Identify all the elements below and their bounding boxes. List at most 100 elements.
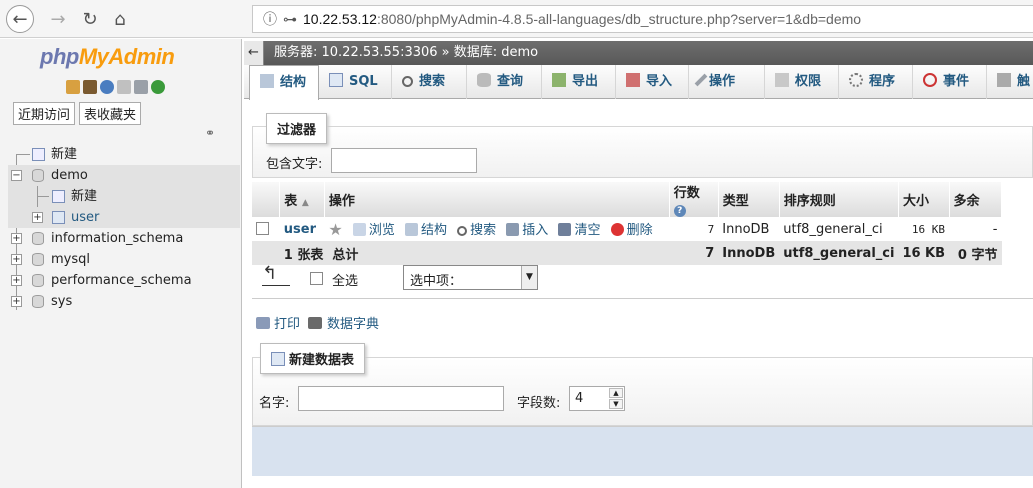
tab-export[interactable]: 导出 bbox=[542, 65, 616, 99]
tree-item-information-schema[interactable]: + information_schema bbox=[8, 228, 240, 249]
nav-icons bbox=[66, 80, 165, 94]
expand-icon[interactable]: + bbox=[11, 296, 22, 307]
expand-icon[interactable]: + bbox=[11, 275, 22, 286]
row-checkbox[interactable] bbox=[256, 221, 269, 235]
tab-structure[interactable]: 结构 bbox=[249, 65, 319, 100]
tree-item-demo[interactable]: − demo bbox=[8, 165, 240, 186]
collapse-nav-button[interactable]: ← bbox=[244, 41, 264, 65]
header-type[interactable]: 类型 bbox=[718, 182, 780, 217]
docs-icon[interactable] bbox=[117, 80, 131, 94]
select-all-label[interactable]: 全选 bbox=[332, 270, 358, 289]
expand-icon[interactable]: + bbox=[11, 233, 22, 244]
select-all-checkbox[interactable] bbox=[310, 272, 323, 285]
tree-item-user[interactable]: + user bbox=[8, 207, 240, 228]
tab-label: 结构 bbox=[280, 75, 307, 90]
phpmyadmin-logo[interactable]: phpMyAdmin bbox=[40, 44, 175, 70]
tab-query[interactable]: 查询 bbox=[467, 65, 542, 99]
insert-link[interactable]: 插入 bbox=[522, 223, 548, 238]
row-type: InnoDB bbox=[718, 217, 780, 241]
favorites-tab[interactable]: 表收藏夹 bbox=[79, 102, 142, 125]
header-collation[interactable]: 排序规则 bbox=[779, 182, 899, 217]
total-overhead: 0 字节 bbox=[949, 241, 1002, 265]
tab-operations[interactable]: 操作 bbox=[689, 65, 765, 99]
breadcrumb: ← 服务器: 10.22.53.55:3306 » 数据库: demo bbox=[244, 41, 1033, 65]
routines-icon bbox=[849, 73, 863, 87]
browse-icon bbox=[352, 223, 366, 236]
tab-sql[interactable]: SQL bbox=[319, 65, 392, 99]
home-icon[interactable] bbox=[66, 80, 80, 94]
tab-label: SQL bbox=[349, 74, 378, 89]
tree-item-mysql[interactable]: + mysql bbox=[8, 249, 240, 270]
empty-link[interactable]: 清空 bbox=[574, 223, 600, 238]
tree-item-new[interactable]: 新建 bbox=[8, 144, 240, 165]
header-overhead[interactable]: 多余 bbox=[949, 182, 1003, 217]
collapse-icon[interactable]: − bbox=[11, 170, 22, 181]
total-rows: 7 bbox=[669, 241, 719, 265]
home-icon: ⌂ bbox=[114, 8, 126, 30]
database-icon bbox=[32, 253, 44, 266]
filter-input[interactable] bbox=[331, 148, 477, 173]
search-link[interactable]: 搜索 bbox=[470, 223, 496, 238]
tab-search[interactable]: 搜索 bbox=[392, 65, 467, 99]
tree-item-sys[interactable]: + sys bbox=[8, 291, 240, 312]
home-button[interactable]: ⌂ bbox=[106, 5, 134, 33]
tables-list: 表 ▲ 操作 行数 ? 类型 排序规则 大小 多余 user ★ 浏览 结构 搜… bbox=[252, 182, 1003, 265]
structure-link[interactable]: 结构 bbox=[421, 223, 447, 238]
data-dictionary-link[interactable]: 数据字典 bbox=[327, 313, 379, 332]
info-icon[interactable]: ⓘ bbox=[263, 9, 277, 29]
increment-icon[interactable]: ▲ bbox=[609, 388, 623, 398]
arrow-underline bbox=[262, 285, 290, 286]
search-icon bbox=[402, 76, 413, 87]
header-rows[interactable]: 行数 ? bbox=[669, 182, 719, 217]
header-size[interactable]: 大小 bbox=[898, 182, 950, 217]
star-icon[interactable]: ★ bbox=[328, 220, 342, 239]
help-icon[interactable] bbox=[100, 80, 114, 94]
tab-events[interactable]: 事件 bbox=[913, 65, 987, 99]
breadcrumb-text[interactable]: 服务器: 10.22.53.55:3306 » 数据库: demo bbox=[274, 41, 538, 65]
expand-icon[interactable]: + bbox=[11, 254, 22, 265]
table-name-link[interactable]: user bbox=[284, 222, 316, 237]
print-link[interactable]: 打印 bbox=[274, 313, 300, 332]
back-button[interactable]: ← bbox=[6, 5, 34, 33]
address-bar[interactable]: ⓘ ⊶ 10.22.53.12:8080/phpMyAdmin-4.8.5-al… bbox=[252, 5, 1033, 33]
table-name-input[interactable] bbox=[298, 386, 504, 411]
new-db-icon bbox=[32, 148, 45, 161]
tree-item-demo-new[interactable]: 新建 bbox=[8, 186, 240, 228]
tab-bar: 结构 SQL 搜索 查询 导出 导入 操作 权限 程序 事件 触 bbox=[244, 65, 1033, 100]
tree-branch bbox=[16, 154, 30, 155]
tree-item-performance-schema[interactable]: + performance_schema bbox=[8, 270, 240, 291]
tab-triggers[interactable]: 触 bbox=[987, 65, 1033, 99]
link-icon[interactable]: ⚭ bbox=[205, 126, 215, 140]
help-icon[interactable]: ? bbox=[673, 205, 686, 217]
exit-icon[interactable] bbox=[83, 80, 97, 94]
tab-import[interactable]: 导入 bbox=[616, 65, 689, 99]
decrement-icon[interactable]: ▼ bbox=[609, 399, 623, 409]
forward-button[interactable]: → bbox=[44, 5, 72, 33]
main-panel: ← 服务器: 10.22.53.55:3306 » 数据库: demo 结构 S… bbox=[244, 39, 1033, 488]
header-table[interactable]: 表 ▲ bbox=[279, 182, 325, 217]
create-table-label: 新建数据表 bbox=[289, 353, 355, 368]
tab-privileges[interactable]: 权限 bbox=[765, 65, 839, 99]
structure-icon bbox=[260, 74, 274, 88]
arrow-right-icon: → bbox=[50, 8, 66, 30]
tree-label: user bbox=[71, 210, 100, 225]
header-checkbox bbox=[252, 182, 281, 217]
expand-icon[interactable]: + bbox=[32, 212, 43, 223]
reload-button[interactable]: ↻ bbox=[76, 5, 104, 33]
tab-label: 导出 bbox=[572, 74, 599, 89]
tab-label: 查询 bbox=[497, 74, 524, 89]
drop-link[interactable]: 删除 bbox=[627, 223, 653, 238]
table-row: user ★ 浏览 结构 搜索 插入 清空 删除 7 InnoDB utf8_g… bbox=[252, 217, 1002, 241]
empty-icon bbox=[558, 223, 572, 236]
settings-icon[interactable] bbox=[134, 80, 148, 94]
tab-routines[interactable]: 程序 bbox=[839, 65, 913, 99]
row-size[interactable]: 16 KB bbox=[898, 217, 950, 241]
recent-tab[interactable]: 近期访问 bbox=[13, 102, 76, 125]
columns-value: 4 bbox=[575, 391, 584, 406]
columns-stepper[interactable]: 4 ▲ ▼ bbox=[569, 386, 625, 411]
logo-php: php bbox=[40, 44, 79, 69]
refresh-icon[interactable] bbox=[151, 80, 165, 94]
row-checkbox-cell bbox=[252, 217, 280, 241]
with-selected-select[interactable]: 选中项： ▼ bbox=[403, 265, 538, 290]
browse-link[interactable]: 浏览 bbox=[369, 223, 395, 238]
